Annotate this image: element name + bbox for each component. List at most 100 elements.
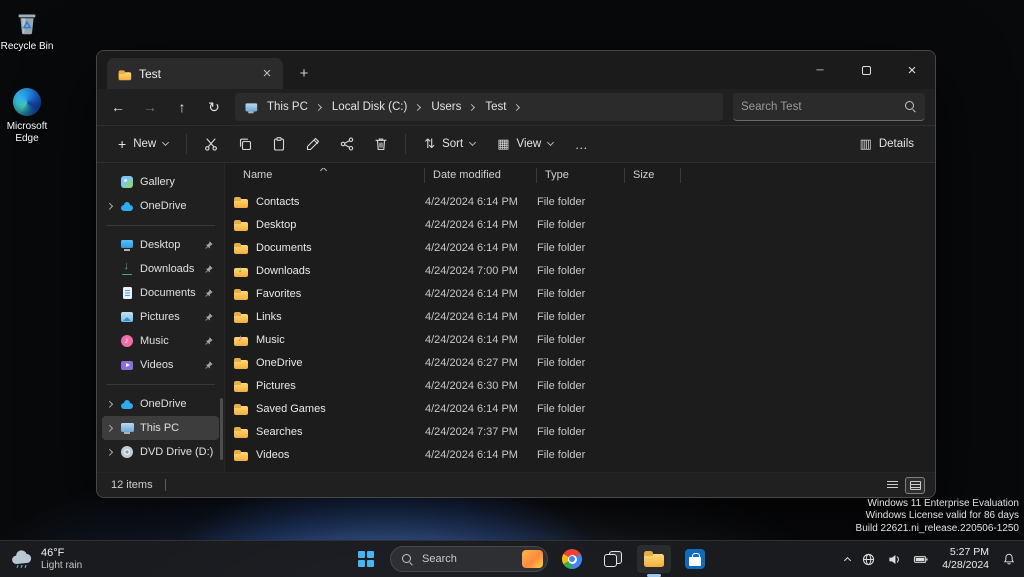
file-row[interactable]: Links 4/24/2024 6:14 PM File folder xyxy=(225,305,935,328)
expand-chevron-icon[interactable] xyxy=(105,204,114,209)
sidebar-item[interactable]: OneDrive xyxy=(102,392,219,416)
column-headers: Name Date modified Type Size xyxy=(225,163,935,188)
clock[interactable]: 5:27 PM 4/28/2024 xyxy=(935,546,996,572)
breadcrumb-item[interactable]: This PC xyxy=(261,99,326,115)
pictures-icon xyxy=(119,309,135,325)
breadcrumb-item[interactable]: Local Disk (C:) xyxy=(326,99,425,115)
file-row[interactable]: Favorites 4/24/2024 6:14 PM File folder xyxy=(225,282,935,305)
column-header-type[interactable]: Type xyxy=(537,168,625,183)
taskbar-store-button[interactable] xyxy=(678,545,712,573)
expand-chevron-icon[interactable] xyxy=(105,243,114,248)
sidebar-item[interactable]: DVD Drive (D:) C xyxy=(102,440,219,464)
more-button[interactable]: … xyxy=(566,130,596,158)
expand-chevron-icon[interactable] xyxy=(105,180,114,185)
refresh-button[interactable] xyxy=(199,93,229,121)
chevron-right-icon[interactable] xyxy=(513,103,520,110)
sort-button[interactable]: ⇅ Sort xyxy=(415,130,484,158)
column-header-name[interactable]: Name xyxy=(225,168,425,183)
expand-chevron-icon[interactable] xyxy=(105,267,114,272)
minimize-button[interactable] xyxy=(797,51,843,89)
start-button[interactable] xyxy=(349,545,383,573)
view-button[interactable]: ▦ View xyxy=(488,130,562,158)
network-button[interactable] xyxy=(856,545,881,573)
new-tab-button[interactable]: + xyxy=(291,61,317,85)
details-view-toggle[interactable] xyxy=(905,477,925,494)
new-button[interactable]: + New xyxy=(109,130,177,158)
sidebar-item[interactable]: Gallery xyxy=(102,170,219,194)
file-row[interactable]: Contacts 4/24/2024 6:14 PM File folder xyxy=(225,190,935,213)
tab-close-icon[interactable] xyxy=(259,66,275,82)
desktop-icon-recycle-bin[interactable]: Recycle Bin xyxy=(0,6,59,53)
expand-chevron-icon[interactable] xyxy=(105,315,114,320)
search-highlight-icon[interactable] xyxy=(522,550,543,568)
file-row[interactable]: Documents 4/24/2024 6:14 PM File folder xyxy=(225,236,935,259)
folder-icon xyxy=(233,217,249,233)
expand-chevron-icon[interactable] xyxy=(105,402,114,407)
paste-button[interactable] xyxy=(264,130,294,158)
cut-button[interactable] xyxy=(196,130,226,158)
taskbar-file-explorer-button[interactable] xyxy=(637,545,671,573)
expand-chevron-icon[interactable] xyxy=(105,339,114,344)
expand-chevron-icon[interactable] xyxy=(105,363,114,368)
sidebar-item[interactable]: This PC xyxy=(102,416,219,440)
tab-test[interactable]: Test xyxy=(107,58,283,89)
folder-icon xyxy=(233,286,249,302)
details-button[interactable]: ▥ Details xyxy=(851,130,923,158)
file-row[interactable]: Downloads 4/24/2024 7:00 PM File folder xyxy=(225,259,935,282)
sidebar-item[interactable]: Pictures xyxy=(102,305,219,329)
list-view-icon xyxy=(887,481,898,490)
file-row[interactable]: Saved Games 4/24/2024 6:14 PM File folde… xyxy=(225,397,935,420)
sidebar-item[interactable]: Downloads xyxy=(102,257,219,281)
up-button[interactable] xyxy=(167,93,197,121)
explorer-search-input[interactable] xyxy=(741,101,904,113)
maximize-button[interactable] xyxy=(843,51,889,89)
sidebar-item[interactable]: Videos xyxy=(102,353,219,377)
list-view-toggle[interactable] xyxy=(882,477,902,494)
file-row[interactable]: OneDrive 4/24/2024 6:27 PM File folder xyxy=(225,351,935,374)
divider xyxy=(405,134,406,154)
sidebar-item[interactable]: Desktop xyxy=(102,233,219,257)
weather-widget[interactable]: 46°F Light rain xyxy=(2,541,90,577)
explorer-search-box[interactable] xyxy=(733,93,925,121)
share-icon xyxy=(339,136,355,152)
sidebar-item[interactable]: OneDrive xyxy=(102,194,219,218)
battery-button[interactable] xyxy=(908,545,934,573)
chevron-down-icon xyxy=(162,139,169,146)
delete-button[interactable] xyxy=(366,130,396,158)
rename-button[interactable] xyxy=(298,130,328,158)
file-row[interactable]: Searches 4/24/2024 7:37 PM File folder xyxy=(225,420,935,443)
folder-icon xyxy=(233,424,249,440)
breadcrumb-item[interactable]: Test xyxy=(479,99,524,115)
sidebar-scrollbar[interactable] xyxy=(220,398,223,460)
taskbar-chrome-button[interactable] xyxy=(555,545,589,573)
sort-icon: ⇅ xyxy=(424,136,435,152)
close-button[interactable] xyxy=(889,51,935,89)
sidebar-item[interactable]: Music xyxy=(102,329,219,353)
back-button[interactable] xyxy=(103,93,133,121)
volume-button[interactable] xyxy=(882,545,907,573)
file-row[interactable]: Music 4/24/2024 6:14 PM File folder xyxy=(225,328,935,351)
file-row[interactable]: Videos 4/24/2024 6:14 PM File folder xyxy=(225,443,935,466)
expand-chevron-icon[interactable] xyxy=(105,291,114,296)
file-row[interactable]: Pictures 4/24/2024 6:30 PM File folder xyxy=(225,374,935,397)
task-view-button[interactable] xyxy=(596,545,630,573)
desktop-icon-edge[interactable]: Microsoft Edge xyxy=(0,86,59,145)
tray-expand-button[interactable] xyxy=(840,545,855,573)
sidebar-item[interactable]: Documents xyxy=(102,281,219,305)
column-header-date-modified[interactable]: Date modified xyxy=(425,168,537,183)
notification-button[interactable] xyxy=(997,545,1021,573)
file-row[interactable]: Desktop 4/24/2024 6:14 PM File folder xyxy=(225,213,935,236)
share-button[interactable] xyxy=(332,130,362,158)
chevron-right-icon[interactable] xyxy=(468,103,475,110)
taskbar-search[interactable]: Search xyxy=(390,546,548,572)
edge-icon xyxy=(11,86,43,118)
column-header-size[interactable]: Size xyxy=(625,168,681,183)
chevron-right-icon[interactable] xyxy=(414,103,421,110)
breadcrumb-item[interactable]: Users xyxy=(425,99,479,115)
delete-icon xyxy=(373,136,389,152)
chevron-right-icon[interactable] xyxy=(315,103,322,110)
expand-chevron-icon[interactable] xyxy=(105,450,114,455)
expand-chevron-icon[interactable] xyxy=(105,426,114,431)
forward-button[interactable] xyxy=(135,93,165,121)
copy-button[interactable] xyxy=(230,130,260,158)
